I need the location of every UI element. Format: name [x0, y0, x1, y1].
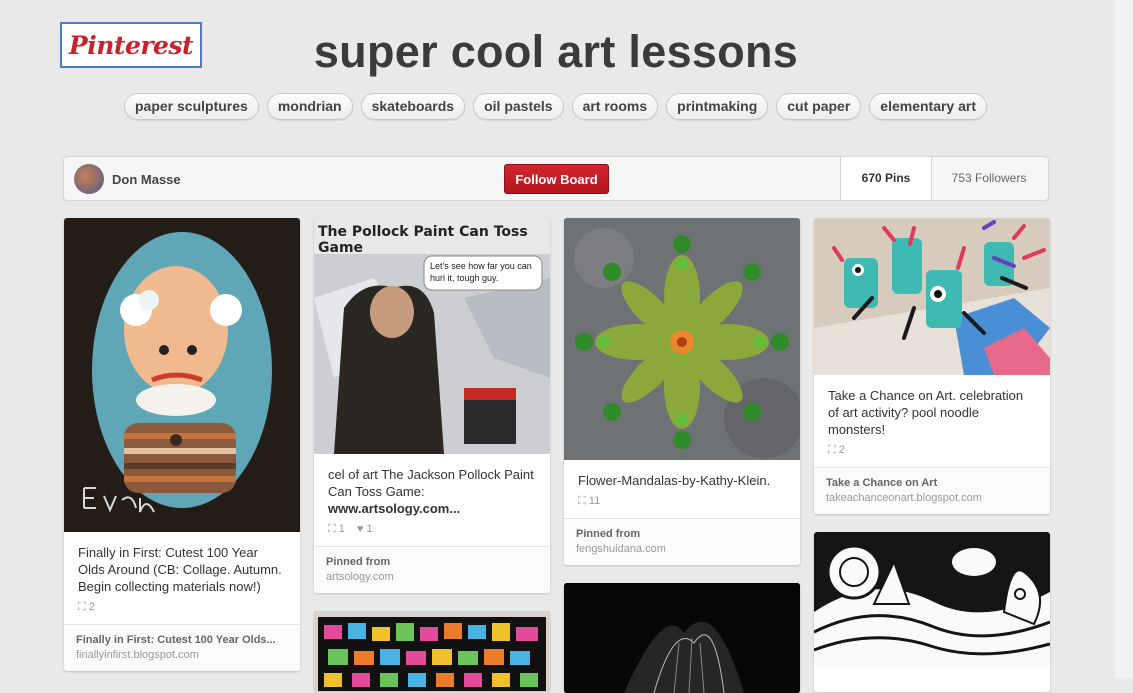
pin-source[interactable]: Take a Chance on Art takeachanceonart.bl…	[814, 467, 1050, 514]
board-info-bar: Don Masse Follow Board 670 Pins 753 Foll…	[63, 156, 1049, 201]
pin-card[interactable]: Flower-Mandalas-by-Kathy-Klein. ⛶ 11 Pin…	[564, 218, 800, 565]
tag-cut-paper[interactable]: cut paper	[776, 93, 862, 120]
repin-count: ⛶ 11	[578, 495, 601, 507]
pin-stats: ⛶ 2	[814, 438, 1050, 467]
pin-image-art	[814, 532, 1050, 668]
pin-source[interactable]: Pinned from fengshuidana.com	[564, 518, 800, 565]
pin-image-art	[83, 232, 272, 513]
source-url[interactable]: finallyinfirst.blogspot.com	[76, 649, 288, 661]
pin-description: Finally in First: Cutest 100 Year Olds A…	[78, 545, 282, 594]
pin-card[interactable]: Finally in First: Cutest 100 Year Olds A…	[64, 218, 300, 671]
board-owner-name[interactable]: Don Masse	[112, 172, 181, 187]
pin-image[interactable]: The Pollock Paint Can Toss Game Let's se…	[314, 218, 550, 454]
tag-list: paper sculptures mondrian skateboards oi…	[124, 93, 987, 120]
pin-card[interactable]: Take a Chance on Art. celebration of art…	[814, 218, 1050, 514]
repin-count: ⛶ 2	[78, 601, 95, 613]
repin-icon: ⛶	[328, 523, 339, 535]
pin-card[interactable]	[814, 532, 1050, 692]
pin-description: cel of art The Jackson Pollock Paint Can…	[328, 467, 534, 516]
follow-board-button[interactable]: Follow Board	[504, 164, 609, 194]
tag-paper-sculptures[interactable]: paper sculptures	[124, 93, 259, 120]
source-url[interactable]: artsology.com	[326, 571, 538, 583]
image-speech-bubble: Let's see how far you can hurl it, tough…	[430, 261, 532, 283]
repin-icon: ⛶	[78, 601, 89, 613]
source-url[interactable]: fengshuidana.com	[576, 543, 788, 555]
pin-stats: ⛶ 1 ♥ 1	[314, 517, 550, 546]
image-title-text: The Pollock Paint Can Toss Game	[318, 224, 528, 256]
pin-description: Flower-Mandalas-by-Kathy-Klein.	[578, 473, 771, 488]
pin-image[interactable]	[814, 218, 1050, 375]
source-url[interactable]: takeachanceonart.blogspot.com	[826, 492, 1038, 504]
repin-icon: ⛶	[828, 444, 839, 456]
pin-image[interactable]	[314, 611, 550, 691]
repin-count: ⛶ 1	[328, 523, 345, 535]
source-title: Take a Chance on Art	[826, 477, 938, 489]
pin-image[interactable]	[564, 583, 800, 693]
pin-card[interactable]	[314, 611, 550, 691]
followers-count-tab[interactable]: 753 Followers	[930, 157, 1048, 200]
repin-count: ⛶ 2	[828, 444, 845, 456]
pin-stats: ⛶ 2	[64, 595, 300, 624]
pin-card[interactable]	[564, 583, 800, 693]
pin-image-art	[814, 218, 1050, 375]
board-title: super cool art lessons	[313, 26, 799, 77]
pin-card[interactable]: The Pollock Paint Can Toss Game Let's se…	[314, 218, 550, 593]
tag-elementary-art[interactable]: elementary art	[869, 93, 987, 120]
pin-image[interactable]	[814, 532, 1050, 668]
description-link[interactable]: www.artsology.com...	[328, 501, 460, 516]
pins-count-tab[interactable]: 670 Pins	[840, 157, 932, 200]
tag-art-rooms[interactable]: art rooms	[571, 93, 659, 120]
pin-image-art	[314, 611, 550, 691]
pin-source[interactable]: Finally in First: Cutest 100 Year Olds..…	[64, 624, 300, 671]
pin-image-art	[564, 583, 800, 693]
pin-stats: ⛶ 11	[564, 489, 800, 518]
source-title: Finally in First: Cutest 100 Year Olds..…	[76, 634, 276, 646]
tag-printmaking[interactable]: printmaking	[666, 93, 769, 120]
avatar[interactable]	[74, 164, 104, 194]
tag-skateboards[interactable]: skateboards	[360, 93, 466, 120]
repin-icon: ⛶	[578, 495, 589, 507]
like-count: ♥ 1	[356, 523, 373, 535]
pin-description: Take a Chance on Art. celebration of art…	[828, 388, 1024, 437]
scrollbar[interactable]	[1115, 0, 1133, 678]
source-title: Pinned from	[326, 556, 391, 568]
pin-source[interactable]: Pinned from artsology.com	[314, 546, 550, 593]
source-title: Pinned from	[576, 528, 641, 540]
tag-oil-pastels[interactable]: oil pastels	[473, 93, 564, 120]
tag-mondrian[interactable]: mondrian	[266, 93, 353, 120]
pin-image[interactable]	[564, 218, 800, 460]
pin-image-art	[564, 218, 800, 460]
pin-image[interactable]	[64, 218, 300, 532]
